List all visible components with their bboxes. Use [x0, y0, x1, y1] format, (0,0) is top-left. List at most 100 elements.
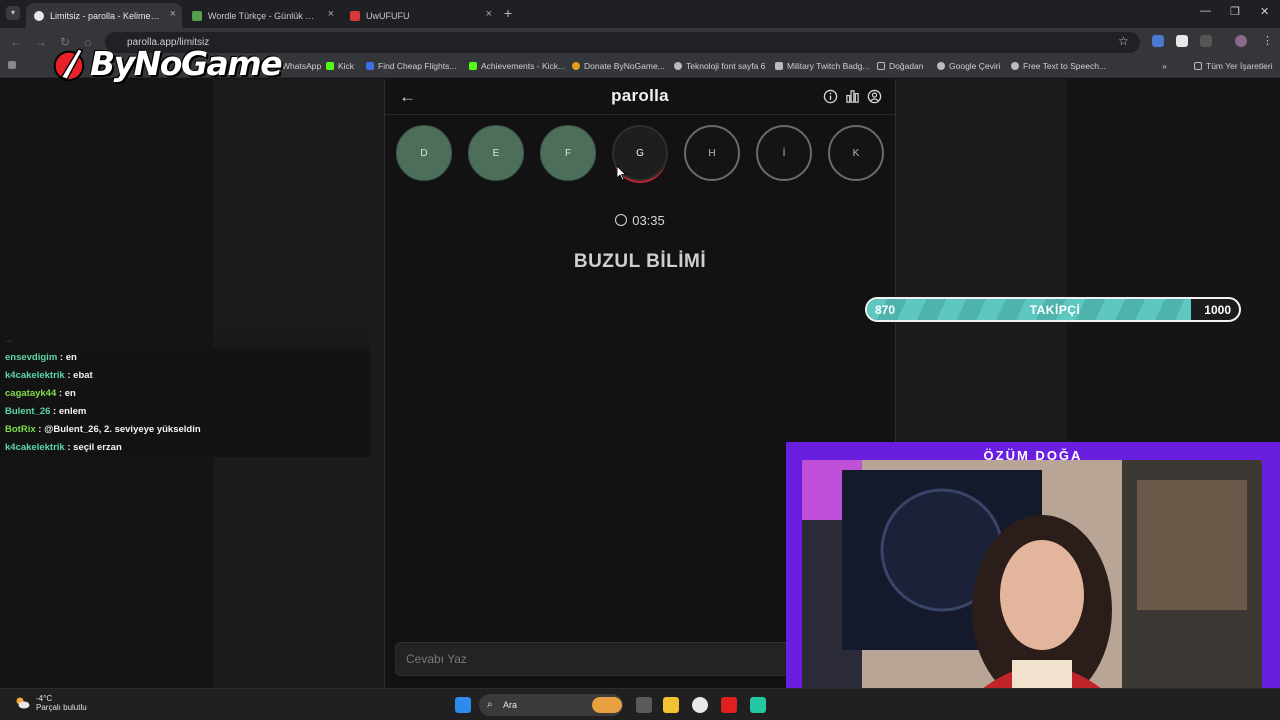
donate-icon	[572, 62, 580, 70]
forward-icon[interactable]: →	[35, 35, 47, 49]
folder-icon	[1194, 62, 1202, 70]
bookmark-achievements[interactable]: Achievements - Kick...	[469, 61, 565, 71]
close-window-icon[interactable]: ✕	[1260, 5, 1269, 18]
bookmark-star-icon[interactable]: ☆	[1118, 34, 1129, 48]
restore-icon[interactable]: ❐	[1230, 5, 1240, 18]
chat-username[interactable]: BotRix	[5, 424, 36, 435]
close-tab-icon[interactable]: ×	[170, 8, 176, 20]
partly-cloudy-icon	[16, 697, 30, 709]
bookmark-label: Tüm Yer İşaretleri	[1206, 61, 1273, 71]
bookmark-label: Find Cheap Flights...	[378, 61, 457, 71]
weather-widget[interactable]: -4°C Parçalı bulutlu	[14, 694, 87, 712]
chat-separator: :	[50, 406, 59, 417]
bookmark-badges[interactable]: Military Twitch Badg...	[775, 61, 870, 71]
profile-avatar[interactable]	[1235, 35, 1247, 47]
webcam-image	[802, 460, 1262, 702]
bookmark-label: WhatsApp	[282, 61, 322, 71]
chat-message: k4cakelektrik : ebat	[0, 367, 370, 385]
bookmark-tts[interactable]: Free Text to Speech...	[1011, 61, 1106, 71]
new-tab-icon[interactable]: +	[504, 5, 512, 21]
logo-text: ByNoGame	[90, 44, 283, 83]
chat-separator: :	[57, 352, 66, 363]
site-icon	[775, 62, 783, 70]
letter-circle-done: F	[540, 125, 596, 181]
more-bookmarks-icon[interactable]: »	[1162, 61, 1167, 71]
tab-title: Wordle Türkçe - Günlük Kelime	[208, 10, 318, 21]
kick-icon	[326, 62, 334, 70]
timer-value: 03:35	[632, 213, 665, 228]
windows-taskbar: -4°C Parçalı bulutlu ⌕ Ara	[0, 688, 1280, 720]
globe-icon	[674, 62, 682, 70]
bookmark-flights[interactable]: Find Cheap Flights...	[366, 61, 456, 71]
globe-icon	[1011, 62, 1019, 70]
bookmark-label: Donate ByNoGame...	[584, 61, 665, 71]
chat-username[interactable]: k4cakelektrik	[5, 370, 65, 381]
bookmark-label: Free Text to Speech...	[1023, 61, 1106, 71]
chat-text: en	[64, 388, 76, 399]
task-view-icon[interactable]	[636, 697, 652, 713]
tab-search-icon[interactable]: ▾	[6, 6, 20, 20]
stats-icon[interactable]	[845, 89, 860, 104]
close-tab-icon[interactable]: ×	[328, 8, 334, 20]
bookmark-kick[interactable]: Kick	[326, 61, 354, 71]
game-header: ← parolla	[385, 79, 895, 115]
back-icon[interactable]: ←	[10, 35, 22, 49]
chat-message: Bulent_26 : enlem	[0, 403, 370, 421]
letter-circle-todo: K	[828, 125, 884, 181]
tab-uwufufu[interactable]: UwUFUFU ×	[342, 3, 498, 28]
bookmark-label: Doğadan	[889, 61, 924, 71]
chat-username[interactable]: ensevdigim	[5, 352, 57, 363]
bookmark-font[interactable]: Teknoloji font sayfa 6	[674, 61, 765, 71]
bookmark-label: Teknoloji font sayfa 6	[686, 61, 766, 71]
follower-goal-bar: 870 TAKİPÇİ 1000	[865, 297, 1241, 322]
bookmark-folder-dogadan[interactable]: Doğadan	[877, 61, 924, 71]
screen: ▾ Limitsiz - parolla - Kelime oyunu × Wo…	[0, 0, 1280, 720]
bookmark-donate[interactable]: Donate ByNoGame...	[572, 61, 665, 71]
bookmark-label: Military Twitch Badg...	[787, 61, 870, 71]
file-explorer-icon[interactable]	[663, 697, 679, 713]
chat-text: @Bulent_26, 2. seviyeye yükseldin	[44, 424, 201, 435]
app-icon[interactable]	[750, 697, 766, 713]
minimize-icon[interactable]: —	[1200, 5, 1211, 17]
bookmark-label: Achievements - Kick...	[481, 61, 566, 71]
bynogame-logo: ByNoGame	[50, 44, 283, 83]
parolla-favicon-icon	[34, 10, 44, 21]
chat-message: ensevdigim : en	[0, 349, 370, 367]
chrome-icon[interactable]	[692, 697, 708, 713]
bynogame-logo-icon	[53, 47, 85, 81]
taskbar-widget-icon[interactable]	[592, 697, 622, 713]
chat-text: en	[65, 352, 77, 363]
all-bookmarks[interactable]: Tüm Yer İşaretleri	[1194, 61, 1273, 71]
mouse-cursor-icon	[617, 166, 627, 181]
game-title: parolla	[611, 86, 669, 105]
tab-wordle[interactable]: Wordle Türkçe - Günlük Kelime ×	[184, 3, 340, 28]
info-icon[interactable]	[823, 89, 838, 104]
chat-message: BotRix : @Bulent_26, 2. seviyeye yükseld…	[0, 421, 370, 439]
stream-chat: ... ensevdigim : en k4cakelektrik : ebat c…	[0, 331, 370, 457]
search-icon: ⌕	[487, 699, 493, 710]
close-tab-icon[interactable]: ×	[486, 8, 492, 20]
bookmark-label: Google Çeviri	[949, 61, 1001, 71]
translate-extension-icon[interactable]	[1152, 35, 1164, 47]
wordle-favicon-icon	[192, 10, 202, 21]
extension-icon[interactable]	[1176, 35, 1188, 47]
chat-message: k4cakelektrik : seçil erzan	[0, 439, 370, 457]
youtube-icon[interactable]	[721, 697, 737, 713]
clock-icon	[615, 214, 628, 226]
timer: 03:35	[385, 213, 895, 228]
windows-start-icon[interactable]	[455, 697, 471, 713]
chat-username[interactable]: cagatayk44	[5, 388, 56, 399]
profile-icon[interactable]	[867, 89, 882, 104]
uwufufu-favicon-icon	[350, 10, 360, 21]
chat-username[interactable]: Bulent_26	[5, 406, 50, 417]
browser-menu-icon[interactable]: ⋮	[1262, 34, 1273, 47]
goal-target: 1000	[1204, 303, 1231, 317]
bookmark-translate[interactable]: Google Çeviri	[937, 61, 1001, 71]
extensions-puzzle-icon[interactable]	[1200, 35, 1212, 47]
letter-circle-done: D	[396, 125, 452, 181]
tab-parolla[interactable]: Limitsiz - parolla - Kelime oyunu ×	[26, 3, 182, 28]
letter-circle-done: E	[468, 125, 524, 181]
chat-row-faded: ...	[0, 331, 370, 349]
chat-username[interactable]: k4cakelektrik	[5, 442, 65, 453]
apps-grid-icon[interactable]	[8, 61, 16, 69]
